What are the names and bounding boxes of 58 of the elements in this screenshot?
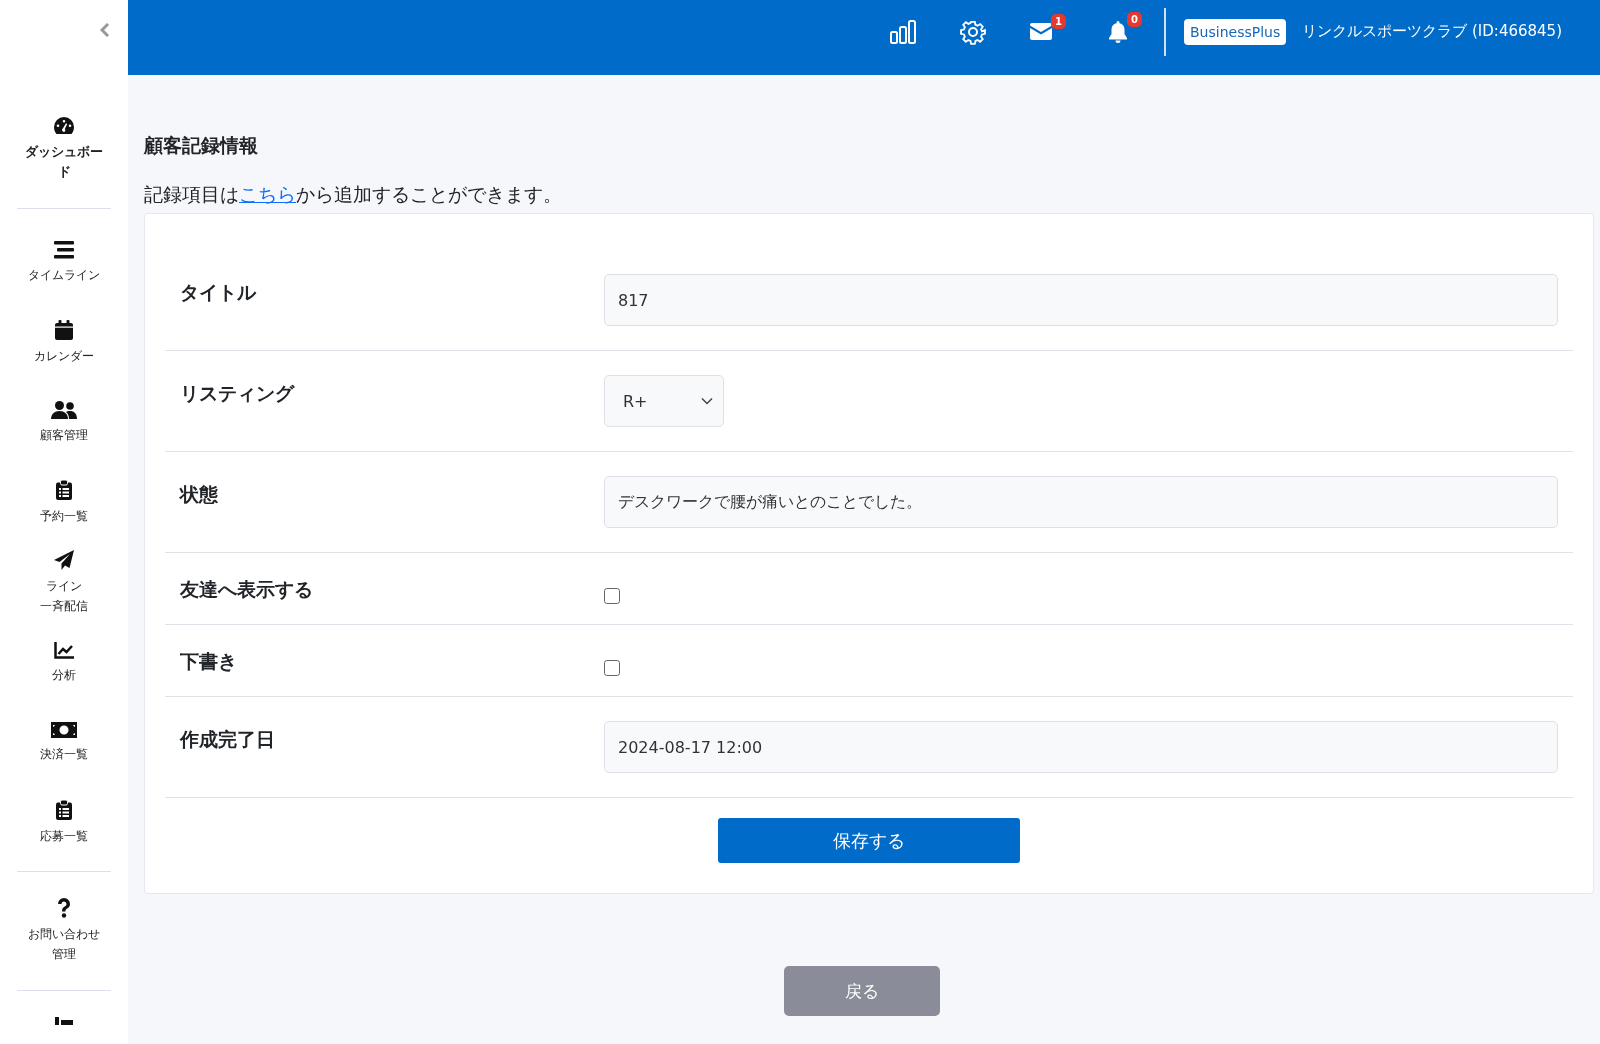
chevron-left-icon[interactable] [100, 23, 110, 37]
field-label: タイトル [180, 280, 257, 304]
bars-icon [54, 241, 74, 259]
save-button[interactable]: 保存する [718, 818, 1020, 863]
sidebar-label[interactable]: 決済一覧 [40, 744, 88, 764]
count-badge: 0 [1127, 11, 1142, 27]
mail-icon[interactable] [1030, 23, 1052, 40]
sidebar-item[interactable]: タイムライン [17, 223, 111, 303]
sidebar-label[interactable]: 管理 [52, 944, 76, 964]
field-label: リスティング [180, 381, 296, 405]
here-link[interactable]: こちら [239, 183, 296, 205]
select-field[interactable]: R+ [604, 375, 724, 427]
checkbox[interactable] [604, 660, 620, 676]
text-field[interactable]: 817 [604, 274, 1558, 326]
text-field[interactable]: 2024-08-17 12:00 [604, 721, 1558, 773]
sidebar-item[interactable]: カレンダー [17, 303, 111, 383]
count-badge: 1 [1051, 14, 1066, 29]
field-label: 下書き [180, 649, 238, 673]
sidebar-label[interactable]: 分析 [52, 664, 76, 685]
question-mark-icon [57, 898, 71, 918]
field-label: 作成完了日 [180, 727, 276, 751]
checkbox[interactable] [604, 588, 620, 604]
chevron-down-icon [701, 397, 713, 405]
account-name[interactable]: リンクルスポーツクラブ (ID:466845) [1302, 22, 1562, 41]
clipboard-icon [56, 480, 72, 500]
sidebar-item[interactable]: 応募一覧 [17, 783, 111, 863]
sidebar-label[interactable]: 予約一覧 [40, 506, 88, 526]
bar-chart-icon[interactable] [890, 19, 916, 44]
sidebar-label[interactable]: 顧客管理 [40, 425, 88, 445]
sidebar-item[interactable]: ダッシュボード [17, 98, 111, 200]
bell-icon[interactable] [1108, 20, 1128, 43]
sidebar-label[interactable]: お問い合わせ [28, 924, 100, 944]
settings-icon[interactable] [960, 18, 986, 45]
sidebar-label[interactable]: カレンダー [34, 346, 94, 366]
text-field[interactable]: デスクワークで腰が痛いとのことでした。 [604, 476, 1558, 528]
sidebar-item[interactable]: 決済一覧 [17, 703, 111, 783]
banknote-icon [51, 722, 77, 738]
sidebar-item[interactable]: ライン 一斉配信 [17, 543, 111, 623]
field-label: 友達へ表示する [180, 577, 314, 601]
speedometer-icon [53, 116, 75, 136]
field-label: 状態 [180, 482, 219, 506]
sidebar-label[interactable]: 一斉配信 [40, 596, 88, 616]
sidebar-label[interactable]: ダッシュボード [22, 142, 106, 182]
calendar-icon [55, 320, 73, 340]
sidebar-label[interactable]: ライン [46, 576, 82, 596]
sidebar-item[interactable]: 顧客管理 [17, 383, 111, 463]
page-title: 顧客記録情報 [144, 133, 259, 158]
sidebar-item[interactable]: 分析 [17, 623, 111, 703]
intro-text: 記録項目はこちらから追加することができます。 [144, 182, 563, 207]
sidebar-item[interactable]: 予約一覧 [17, 463, 111, 543]
sidebar-label[interactable]: 応募一覧 [40, 826, 88, 846]
sidebar-label[interactable]: タイムライン [28, 265, 100, 285]
plan-badge: BusinessPlus [1184, 18, 1287, 45]
line-chart-icon [54, 641, 74, 659]
paper-plane-icon [54, 550, 74, 570]
sidebar-item[interactable]: お問い合わせ 管理 [17, 880, 111, 982]
users-icon [51, 401, 77, 419]
clipboard-icon [56, 800, 72, 820]
